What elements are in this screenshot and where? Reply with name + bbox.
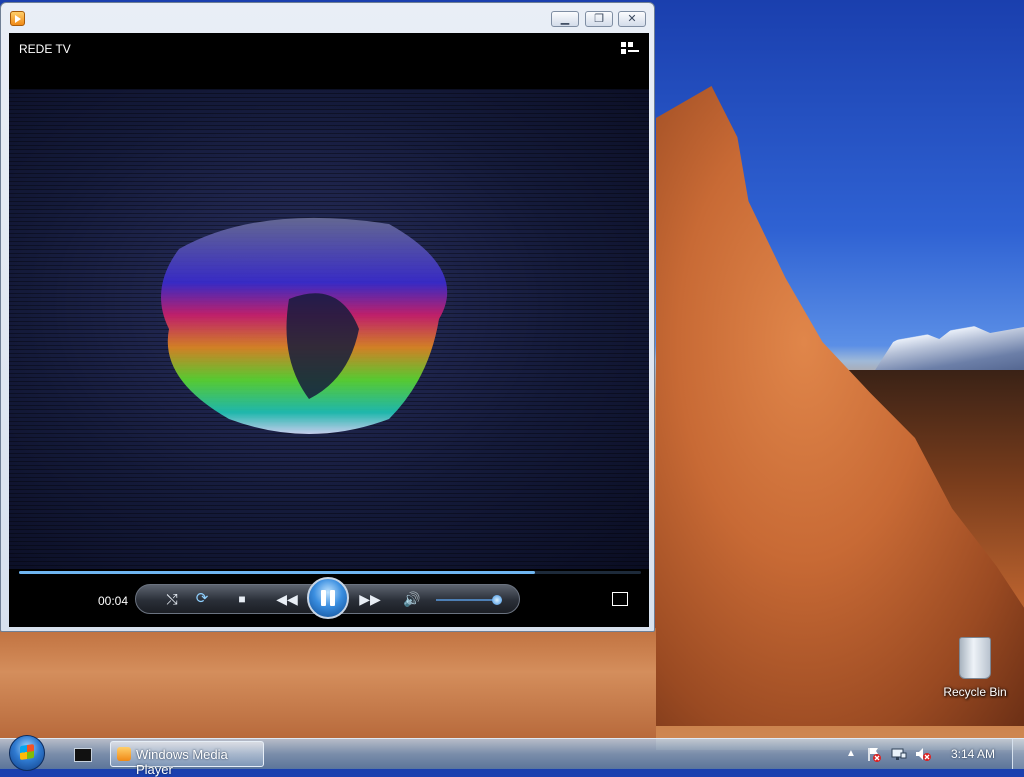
volume-icon: 🔊	[403, 591, 421, 607]
show-hidden-icons-arrow[interactable]: ▲	[846, 748, 856, 759]
previous-button[interactable]: ◀◀	[274, 584, 300, 614]
switch-to-library-icon[interactable]	[621, 42, 639, 56]
windows-media-player-icon	[10, 11, 25, 26]
previous-icon: ◀◀	[276, 591, 298, 607]
shuffle-button[interactable]: ⤭	[162, 584, 182, 614]
next-icon: ▶▶	[359, 591, 381, 607]
restore-icon: ❐	[594, 13, 604, 25]
channel-logo-image	[161, 217, 448, 434]
minimize-icon: ▁	[560, 13, 570, 25]
taskbar-item-label: Windows Media Player	[136, 747, 228, 777]
desktop-icon-recycle-bin[interactable]: Recycle Bin	[940, 637, 1010, 699]
shuffle-icon: ⤭	[166, 591, 178, 607]
taskbar-clock[interactable]: 3:14 AM	[951, 747, 995, 761]
volume-muted-icon[interactable]	[915, 746, 931, 762]
media-player-window[interactable]: ▁ ❐ ✕ REDE TV 00:04 ⤭ ⟳ ■ ◀◀ ▶▶ 🔊	[0, 2, 655, 632]
show-desktop-button[interactable]	[1012, 739, 1024, 769]
windows-media-player-icon	[117, 747, 131, 761]
minimize-button[interactable]: ▁	[551, 11, 579, 27]
channel-title: REDE TV	[19, 42, 71, 56]
stop-button[interactable]: ■	[232, 584, 252, 614]
maximize-button[interactable]: ❐	[585, 11, 613, 27]
network-icon[interactable]	[891, 746, 907, 762]
video-area[interactable]: REDE TV 00:04 ⤭ ⟳ ■ ◀◀ ▶▶ 🔊	[9, 33, 649, 627]
seek-progress	[19, 571, 536, 574]
start-button[interactable]	[9, 735, 45, 771]
pause-button[interactable]	[307, 577, 349, 619]
video-frame	[9, 89, 649, 569]
volume-slider-thumb[interactable]	[491, 595, 502, 605]
recycle-bin-label: Recycle Bin	[943, 685, 1007, 699]
close-button[interactable]: ✕	[618, 11, 646, 27]
recycle-bin-icon	[959, 637, 991, 679]
action-center-flag-icon[interactable]	[866, 746, 882, 762]
taskbar-item-windows-media-player[interactable]: Windows Media Player	[110, 741, 264, 777]
stop-icon: ■	[238, 592, 246, 606]
close-icon: ✕	[627, 13, 637, 25]
elapsed-time: 00:04	[98, 594, 129, 608]
seek-bar[interactable]	[19, 571, 641, 574]
taskbar-item-command-prompt[interactable]	[64, 742, 100, 766]
taskbar: Windows Media Player ▲ 3:14 AM	[0, 735, 1024, 777]
fullscreen-button[interactable]	[612, 592, 628, 606]
desktop-mountains	[870, 321, 1024, 378]
mute-button[interactable]: 🔊	[402, 584, 422, 614]
repeat-button[interactable]: ⟳	[192, 584, 212, 614]
next-button[interactable]: ▶▶	[357, 584, 383, 614]
repeat-icon: ⟳	[195, 590, 209, 607]
